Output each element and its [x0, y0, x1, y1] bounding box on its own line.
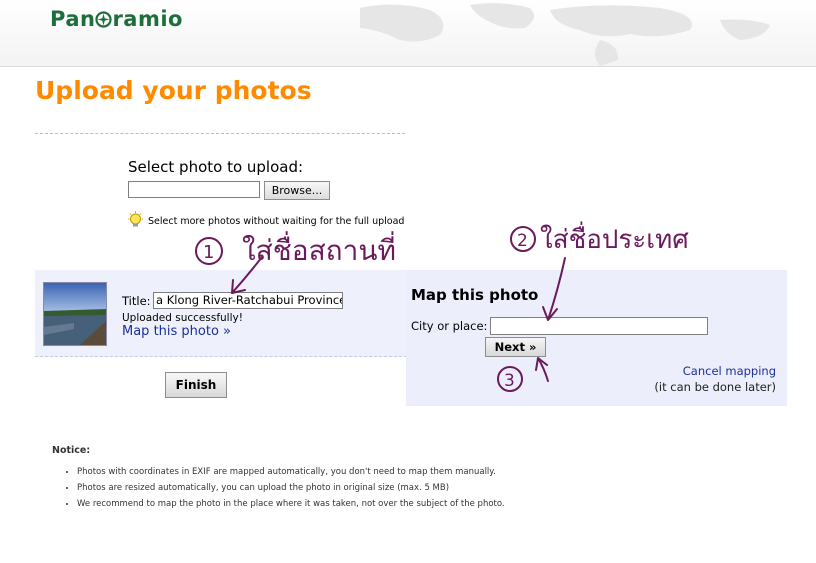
globe-icon [95, 11, 113, 28]
annotation-circle-2 [510, 226, 536, 252]
cancel-mapping-note: (it can be done later) [654, 380, 776, 394]
photo-title-input[interactable]: a Klong River-Ratchabui Province [153, 292, 343, 309]
city-input[interactable] [490, 317, 708, 335]
upload-status: Uploaded successfully! [122, 312, 243, 324]
annotation-note-2: ใส่ชื่อประเทศ [540, 221, 689, 255]
file-path-input[interactable] [128, 181, 260, 198]
lightbulb-icon [128, 211, 143, 227]
notice-list: Photos with coordinates in EXIF are mapp… [62, 464, 637, 512]
cancel-mapping-link[interactable]: Cancel mapping [660, 364, 776, 378]
page-title: Upload your photos [35, 76, 312, 105]
map-this-photo-link[interactable]: Map this photo » [122, 324, 231, 339]
annotation-marker-2: 2 [517, 231, 528, 251]
annotation-circle-1 [195, 237, 223, 265]
notice-item: Photos are resized automatically, you ca… [77, 480, 637, 496]
logo-text-right: ramio [112, 7, 183, 31]
annotation-marker-1: 1 [203, 242, 214, 263]
world-map-decoration [360, 3, 770, 66]
city-label: City or place: [411, 319, 488, 333]
site-header: Pan ramio [0, 0, 816, 67]
river-landscape-image [44, 283, 106, 345]
title-label: Title: [122, 294, 151, 308]
photo-thumbnail [43, 282, 107, 346]
notice-heading: Notice: [52, 445, 91, 456]
section-divider [35, 133, 405, 134]
map-panel-heading: Map this photo [411, 286, 539, 304]
next-button[interactable]: Next » [485, 337, 546, 357]
panoramio-logo[interactable]: Pan ramio [50, 7, 183, 31]
upload-tip: Select more photos without waiting for t… [127, 211, 404, 231]
browse-button[interactable]: Browse... [264, 181, 330, 200]
annotation-note-1: ใส่ชื่อสถานที่ [242, 231, 396, 267]
upload-tip-text: Select more photos without waiting for t… [148, 215, 405, 227]
notice-item: Photos with coordinates in EXIF are mapp… [77, 464, 637, 480]
notice-item: We recommend to map the photo in the pla… [77, 496, 637, 512]
finish-button[interactable]: Finish [165, 372, 227, 398]
logo-text-left: Pan [50, 7, 96, 31]
select-photo-label: Select photo to upload: [128, 158, 304, 176]
